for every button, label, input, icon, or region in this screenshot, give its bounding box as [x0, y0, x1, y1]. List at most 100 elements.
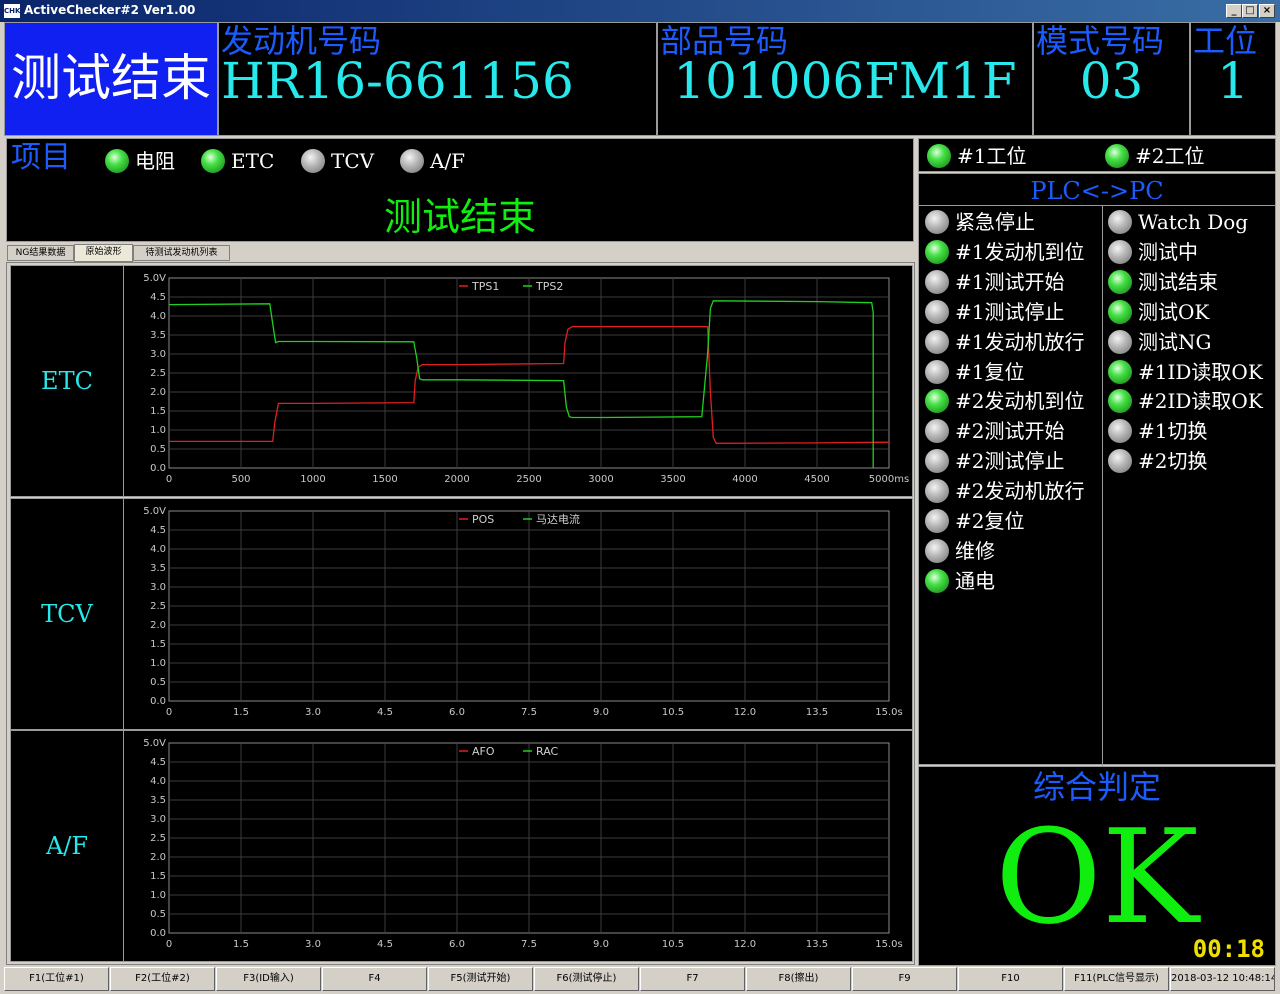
items-panel: 项目 电阻 ETC TCV A/F 测试结束 — [6, 138, 914, 242]
station-2-led-icon — [1105, 144, 1129, 168]
plc-left-label-5: #1复位 — [955, 359, 1025, 384]
plc-left-led-0-icon — [925, 210, 949, 234]
y-tick-label: 4.0 — [150, 776, 166, 787]
y-tick-label: 0.5 — [150, 677, 166, 688]
plc-left-led-7-icon — [925, 419, 949, 444]
elapsed-timer: 00:18 — [1192, 935, 1265, 963]
window-title: ActiveChecker#2 Ver1.00 — [24, 3, 196, 17]
plc-left-led-1-icon — [925, 239, 949, 264]
item-label-2: TCV — [331, 149, 375, 173]
y-tick-label: 0.0 — [150, 463, 166, 474]
plc-left-label-3: #1测试停止 — [955, 299, 1065, 324]
plc-title: PLC<->PC — [919, 174, 1275, 206]
y-tick-label: 0.5 — [150, 909, 166, 920]
x-tick-label: 12.0 — [734, 707, 756, 718]
x-tick-label: 12.0 — [734, 939, 756, 950]
item-label-0: 电阻 — [135, 149, 175, 173]
item-led-0-icon — [105, 149, 129, 173]
header-panel: 测试结束 发动机号码 HR16-661156 部品号码 101006FM1F 模… — [4, 22, 1276, 136]
y-tick-label: 2.0 — [150, 387, 166, 398]
item-led-1-icon — [201, 149, 225, 173]
part-number-cell: 部品号码 101006FM1F — [657, 22, 1033, 136]
x-tick-label: 7.5 — [521, 707, 537, 718]
plc-left-label-4: #1发动机放行 — [955, 329, 1085, 354]
y-tick-label: 3.5 — [150, 330, 166, 341]
item-label-3: A/F — [430, 149, 466, 173]
plc-left-label-1: #1发动机到位 — [955, 239, 1085, 264]
plc-left-led-3-icon — [925, 299, 949, 324]
plc-left-led-10-icon — [925, 509, 949, 533]
fkey-button-10[interactable]: F10 — [958, 967, 1063, 991]
y-tick-label: 3.0 — [150, 349, 166, 360]
y-tick-label: 3.5 — [150, 795, 166, 806]
fkey-button-9[interactable]: F9 — [852, 967, 957, 991]
x-tick-label: 3000 — [588, 474, 613, 485]
tab-raw-waveform[interactable]: 原始波形 — [74, 244, 133, 262]
maximize-icon[interactable]: □ — [1242, 4, 1258, 18]
y-tick-label: 3.5 — [150, 563, 166, 574]
plc-right-led-3-icon — [1108, 299, 1132, 324]
mode-number-cell: 模式号码 03 — [1033, 22, 1190, 136]
y-tick-label: 2.0 — [150, 620, 166, 631]
fkey-button-3[interactable]: F3(ID输入) — [216, 967, 321, 991]
mode-number-value: 03 — [1079, 52, 1144, 110]
fkey-button-7[interactable]: F7 — [640, 967, 745, 991]
station-1-led-icon — [927, 144, 951, 168]
plc-right-led-0-icon — [1108, 210, 1132, 234]
items-title: 项目 — [11, 140, 71, 175]
x-tick-label: 4000 — [732, 474, 757, 485]
fkey-button-6[interactable]: F6(测试停止) — [534, 967, 639, 991]
item-led-2-icon — [301, 149, 325, 173]
plc-right-label-8: #2切换 — [1138, 449, 1208, 474]
y-tick-label: 5.0V — [143, 273, 166, 284]
legend-label: POS — [472, 513, 494, 526]
plc-right-label-3: 测试OK — [1138, 299, 1210, 324]
fkey-button-5[interactable]: F5(测试开始) — [428, 967, 533, 991]
app-icon: CHK — [4, 4, 20, 18]
plc-left-label-7: #2测试开始 — [955, 419, 1065, 444]
tab-ng-results[interactable]: NG结果数据 — [7, 245, 74, 261]
fkey-button-11[interactable]: F11(PLC信号显示) — [1064, 967, 1169, 991]
plc-left-led-6-icon — [925, 389, 949, 414]
x-tick-label: 0 — [166, 474, 172, 485]
station-value: 1 — [1217, 52, 1249, 110]
af-chart: 0.0 0.5 1.0 1.5 2.0 2.5 3.0 3.5 4.0 4.5 5.0V 0 1.5 3.… — [143, 738, 902, 950]
x-tick-label: 0 — [166, 707, 172, 718]
legend-label: TPS2 — [535, 280, 563, 293]
y-tick-label: 2.5 — [150, 601, 166, 612]
x-tick-label: 1500 — [372, 474, 397, 485]
plc-left-led-5-icon — [925, 359, 949, 384]
fkey-button-8[interactable]: F8(擦出) — [746, 967, 851, 991]
x-tick-label: 6.0 — [449, 707, 465, 718]
plc-left-led-2-icon — [925, 269, 949, 294]
y-tick-label: 4.5 — [150, 525, 166, 536]
plc-right-label-1: 测试中 — [1138, 239, 1198, 264]
plc-left-led-11-icon — [925, 538, 949, 563]
fkey-button-4[interactable]: F4 — [322, 967, 427, 991]
y-tick-label: 2.0 — [150, 852, 166, 863]
plc-right-label-6: #2ID读取OK — [1138, 389, 1263, 414]
y-tick-label: 0.0 — [150, 696, 166, 707]
y-tick-label: 0.5 — [150, 444, 166, 455]
x-tick-label: 1000 — [300, 474, 325, 485]
fkey-button-1[interactable]: F1(工位#1) — [4, 967, 109, 991]
y-tick-label: 4.0 — [150, 544, 166, 555]
plc-right-led-4-icon — [1108, 329, 1132, 354]
plc-left-led-4-icon — [925, 329, 949, 354]
tab-engine-list[interactable]: 待测试发动机列表 — [133, 245, 230, 261]
minimize-icon[interactable]: _ — [1226, 4, 1242, 18]
plc-left-label-2: #1测试开始 — [955, 269, 1065, 294]
legend-label: 马达电流 — [536, 512, 580, 526]
judgement-result: OK — [995, 801, 1199, 953]
item-label-1: ETC — [231, 149, 275, 173]
etc-chart: 0.0 0.5 1.0 1.5 2.0 2.5 3.0 3.5 4.0 4.5 5.0V 0 500 10… — [143, 273, 909, 485]
y-tick-label: 1.0 — [150, 658, 166, 669]
x-tick-label: 500 — [231, 474, 250, 485]
plc-left-led-12-icon — [925, 568, 949, 593]
plc-right-led-5-icon — [1108, 359, 1132, 384]
tcv-row-label: TCV — [11, 499, 124, 729]
plc-right-led-6-icon — [1108, 389, 1132, 414]
close-icon[interactable]: × — [1259, 4, 1275, 18]
fkey-button-2[interactable]: F2(工位#2) — [110, 967, 215, 991]
y-tick-label: 5.0V — [143, 738, 166, 749]
